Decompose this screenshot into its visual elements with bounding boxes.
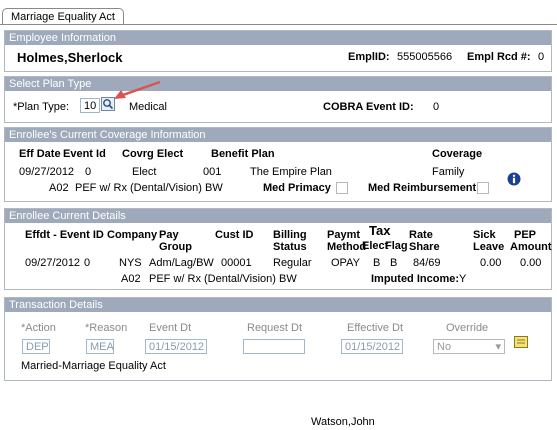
details-rate-share: 84/69 — [413, 257, 441, 269]
details-flag: B — [390, 257, 398, 269]
col-event-id: Event Id — [63, 148, 106, 160]
info-icon[interactable] — [507, 172, 521, 186]
event-dt-input[interactable]: 01/15/2012 — [145, 339, 207, 354]
transaction-section: Transaction Details *Action *Reason Even… — [4, 297, 552, 381]
event-dt-label: Event Dt — [149, 322, 192, 334]
col-method: Method — [327, 241, 367, 253]
override-label: Override — [446, 322, 489, 334]
footer-user: Watson,John — [311, 416, 375, 428]
tab-marriage-equality-act[interactable]: Marriage Equality Act — [2, 8, 124, 25]
request-dt-label: Request Dt — [247, 322, 303, 334]
col-pep: PEP — [514, 229, 537, 241]
reason-input[interactable]: MEA — [86, 339, 114, 354]
col-paymt: Paymt — [327, 229, 361, 241]
col-coverage: Coverage — [432, 148, 483, 160]
col-flag: Flag — [385, 240, 408, 252]
col-status: Status — [273, 241, 307, 253]
chevron-down-icon: ▾ — [495, 341, 501, 353]
col-eff-date: Eff Date — [19, 148, 61, 160]
col-share: Share — [409, 241, 440, 253]
cobra-event-value: 0 — [433, 101, 440, 113]
details-cust-id: 00001 — [221, 257, 252, 269]
annotation-arrow-icon — [108, 78, 164, 102]
section-header: Enrollee Current Details — [5, 209, 551, 223]
details-effdt: 09/27/2012 — [25, 257, 81, 269]
col-rate: Rate — [409, 229, 433, 241]
request-dt-input[interactable] — [243, 339, 305, 354]
imputed-income-value: Y — [459, 273, 467, 285]
coverage-section: Enrollee's Current Coverage Information … — [4, 127, 552, 202]
transaction-description: Married-Marriage Equality Act — [21, 360, 166, 372]
section-header: Select Plan Type — [5, 77, 551, 91]
cobra-event-label: COBRA Event ID: — [323, 101, 414, 113]
section-header: Transaction Details — [5, 298, 551, 312]
plan-type-label: *Plan Type: — [13, 101, 70, 113]
details-sick: 0.00 — [480, 257, 502, 269]
col-company: Company — [107, 229, 158, 241]
override-select-value: No — [437, 341, 452, 353]
coverage-event-id: 0 — [85, 166, 92, 178]
override-select[interactable]: No ▾ — [433, 339, 505, 354]
tab-divider — [0, 24, 557, 25]
details-code: A02 — [121, 273, 141, 285]
details-billing: Regular — [273, 257, 312, 269]
coverage-description: PEF w/ Rx (Dental/Vision) BW — [75, 182, 223, 194]
plan-type-input[interactable]: 10 — [80, 98, 100, 113]
col-amount: Amount — [510, 241, 552, 253]
emplid-label: EmplID: — [348, 51, 390, 63]
col-group: Group — [159, 241, 192, 253]
coverage-eff-date: 09/27/2012 — [19, 166, 75, 178]
med-primacy-label: Med Primacy — [263, 182, 331, 194]
col-covrg-elect: Covrg Elect — [122, 148, 184, 160]
col-tax: Tax — [369, 223, 391, 238]
coverage-value: Family — [432, 166, 465, 178]
reason-label: *Reason — [85, 322, 128, 334]
employee-info-section: Employee Information Holmes,Sherlock Emp… — [4, 30, 552, 72]
action-input[interactable]: DEP — [22, 339, 50, 354]
col-benefit-plan: Benefit Plan — [211, 148, 275, 160]
details-elect: B — [373, 257, 381, 269]
plan-type-description: Medical — [129, 101, 167, 113]
med-reimbursement-label: Med Reimbursement — [368, 182, 477, 194]
col-effdt-event: Effdt - Event ID — [25, 229, 104, 241]
empl-rcd-label: Empl Rcd #: — [467, 51, 531, 63]
effective-dt-input[interactable]: 01/15/2012 — [341, 339, 403, 354]
employee-name: Holmes,Sherlock — [17, 50, 123, 65]
section-header: Employee Information — [5, 31, 551, 45]
section-header: Enrollee's Current Coverage Information — [5, 128, 551, 142]
action-label: *Action — [21, 322, 56, 334]
details-description: PEF w/ Rx (Dental/Vision) BW — [149, 273, 297, 285]
med-reimbursement-checkbox[interactable] — [477, 182, 489, 194]
comment-icon[interactable] — [514, 336, 528, 348]
details-pep: 0.00 — [520, 257, 542, 269]
med-primacy-checkbox[interactable] — [336, 182, 348, 194]
plan-type-section: Select Plan Type *Plan Type: 10 Medical … — [4, 76, 552, 123]
empl-rcd-value: 0 — [538, 51, 545, 63]
coverage-plan-name: The Empire Plan — [250, 166, 332, 178]
col-cust-id: Cust ID — [215, 229, 254, 241]
col-billing: Billing — [273, 229, 307, 241]
imputed-income-label: Imputed Income: — [371, 273, 460, 285]
col-sick: Sick — [473, 229, 496, 241]
col-leave: Leave — [473, 241, 505, 253]
coverage-code: A02 — [49, 182, 69, 194]
col-pay: Pay — [159, 229, 179, 241]
coverage-plan-code: 001 — [203, 166, 222, 178]
details-paymt: OPAY — [331, 257, 360, 269]
details-section: Enrollee Current Details Effdt - Event I… — [4, 208, 552, 290]
details-pay-group: Adm/Lag/BW — [149, 257, 214, 269]
effective-dt-label: Effective Dt — [347, 322, 404, 334]
details-company: NYS — [119, 257, 142, 269]
emplid-value: 555005566 — [397, 51, 453, 63]
details-event-id: 0 — [84, 257, 91, 269]
coverage-elect: Elect — [132, 166, 157, 178]
